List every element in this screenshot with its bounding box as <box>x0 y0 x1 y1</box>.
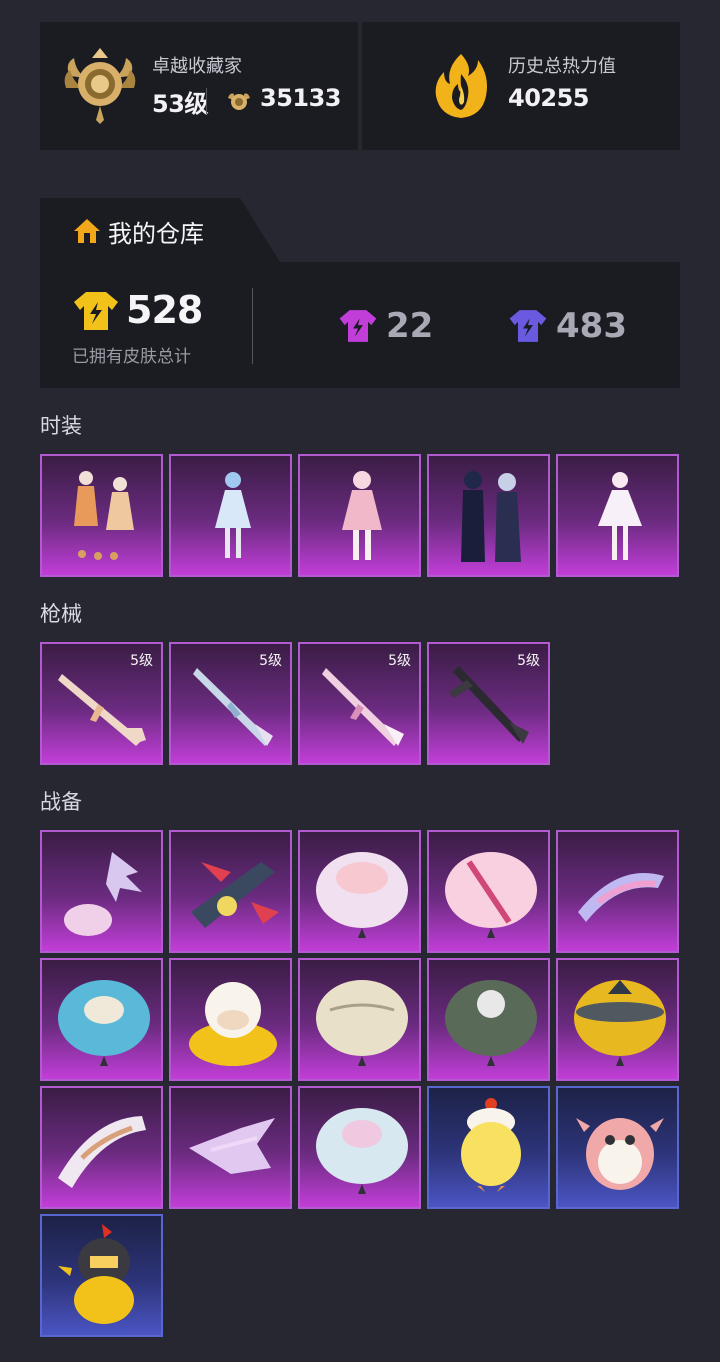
outfit-figure-icon <box>598 472 642 560</box>
mascot-icon <box>189 982 277 1066</box>
summary-divider <box>252 288 253 364</box>
glider-icon <box>64 852 142 936</box>
gear-item[interactable] <box>298 958 421 1081</box>
tab-warehouse[interactable]: 我的仓库 <box>40 198 280 262</box>
skin-total: 528 <box>126 288 203 332</box>
collector-card: 卓越收藏家 53级 35133 <box>40 22 358 150</box>
skin-total-label: 已拥有皮肤总计 <box>72 347 191 367</box>
heat-title: 历史总热力值 <box>508 56 616 77</box>
weapon-item[interactable]: 5级 <box>40 642 163 765</box>
collector-title: 卓越收藏家 <box>152 56 242 77</box>
home-icon <box>74 219 100 243</box>
warehouse-summary: 528 已拥有皮肤总计 22 483 <box>40 262 680 388</box>
gear-item[interactable] <box>556 830 679 953</box>
shirt-purple-icon <box>339 310 377 342</box>
collector-badge-icon <box>64 48 136 124</box>
gear-item[interactable] <box>298 1086 421 1209</box>
gear-item[interactable] <box>556 958 679 1081</box>
rifle-icon <box>322 668 404 746</box>
glider-icon <box>191 862 279 928</box>
section-outfits: 时装 <box>40 414 82 438</box>
outfit-item[interactable] <box>298 454 421 577</box>
points-icon <box>228 93 250 110</box>
knight-chick-icon <box>58 1224 134 1324</box>
glider-icon <box>58 1116 146 1188</box>
section-weapons: 枪械 <box>40 602 82 626</box>
parachute-icon <box>316 852 408 938</box>
chick-mascot-icon <box>461 1098 521 1192</box>
glider-icon <box>578 872 664 922</box>
parachute-icon <box>316 1108 408 1194</box>
parachute-icon <box>445 980 537 1066</box>
heat-value: 40255 <box>508 84 590 112</box>
weapon-item[interactable]: 5级 <box>298 642 421 765</box>
gear-item[interactable] <box>427 958 550 1081</box>
outfit-figure-icon <box>215 472 251 558</box>
weapon-item[interactable]: 5级 <box>169 642 292 765</box>
bird-mascot-icon <box>576 1118 664 1190</box>
flame-icon <box>435 54 487 118</box>
rifle-icon <box>58 674 146 746</box>
outfit-item[interactable] <box>427 454 550 577</box>
weapon-item[interactable]: 5级 <box>427 642 550 765</box>
outfit-figure-icon <box>74 471 134 560</box>
gear-item[interactable] <box>40 1214 163 1337</box>
gear-item[interactable] <box>40 830 163 953</box>
rifle-icon <box>193 668 273 746</box>
stat-divider <box>206 88 207 114</box>
tab-warehouse-label: 我的仓库 <box>108 220 204 248</box>
gear-item[interactable] <box>40 958 163 1081</box>
outfit-item[interactable] <box>556 454 679 577</box>
gear-item[interactable] <box>556 1086 679 1209</box>
section-gear: 战备 <box>40 790 82 814</box>
gear-item[interactable] <box>427 830 550 953</box>
gear-item[interactable] <box>40 1086 163 1209</box>
gear-item[interactable] <box>427 1086 550 1209</box>
shirt-gold-icon <box>74 292 118 330</box>
outfit-item[interactable] <box>169 454 292 577</box>
collector-points: 35133 <box>260 84 342 112</box>
parachute-icon <box>445 852 537 938</box>
outfit-figure-icon <box>461 471 521 562</box>
glider-icon <box>189 1118 275 1174</box>
collector-level: 53级 <box>152 90 208 118</box>
heat-card: 历史总热力值 40255 <box>362 22 680 150</box>
rifle-icon <box>449 666 529 744</box>
gear-item[interactable] <box>169 830 292 953</box>
parachute-icon <box>316 980 408 1066</box>
legendary-count: 22 <box>386 306 434 346</box>
gear-item[interactable] <box>169 958 292 1081</box>
gear-item[interactable] <box>298 830 421 953</box>
outfit-figure-icon <box>342 471 382 560</box>
outfit-item[interactable] <box>40 454 163 577</box>
gear-item[interactable] <box>169 1086 292 1209</box>
shirt-blue-icon <box>509 310 547 342</box>
epic-count: 483 <box>556 306 627 346</box>
parachute-icon <box>58 980 150 1066</box>
parachute-icon <box>574 980 666 1066</box>
